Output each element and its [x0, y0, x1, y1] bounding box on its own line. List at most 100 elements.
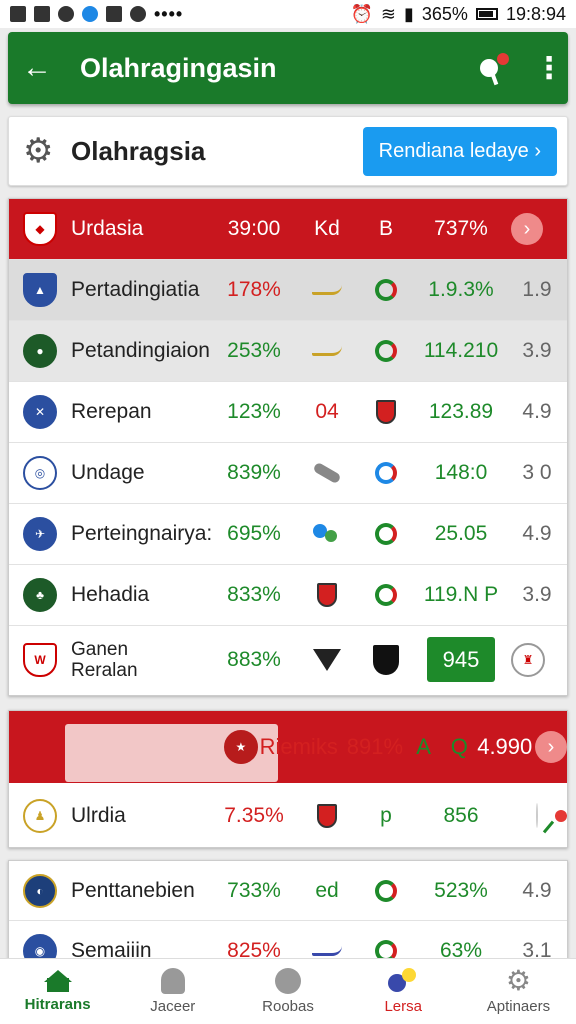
table-row[interactable]: ✈ Perteingnairya: 695% 25.05 4.9 — [9, 504, 567, 565]
table-row[interactable]: ✕ Rerepan 123% 04 123.89 4.9 — [9, 382, 567, 443]
featured-match-card: ★ Riemiks 891% A Q 4.990 › ♟ Ulrdia 7.35… — [8, 710, 568, 848]
team-name: Hehadia — [71, 583, 150, 606]
team-value: 148:0 — [434, 461, 488, 484]
alarm-icon: ⏰ — [350, 3, 373, 24]
bottom-navigation: Hitrarans Jaceer Roobas Lersa ⚙ Aptinaer… — [0, 958, 576, 1024]
cta-button[interactable]: Rendiana ledaye › — [362, 126, 557, 176]
hotspot-icon — [58, 6, 74, 22]
team-name: Pertadingiatia — [71, 278, 200, 301]
home-icon — [43, 970, 72, 992]
table-row[interactable]: W Ganen Reralan 883% 945 ♜ — [9, 626, 567, 694]
team-rate: 1.9 — [522, 278, 552, 301]
back-arrow-icon[interactable]: ← — [22, 51, 62, 85]
horn-icon — [312, 946, 342, 956]
team-pct: 891% — [346, 734, 404, 759]
table-row[interactable]: ● Petandingiaion 253% 114.210 3.9 — [9, 321, 567, 382]
nav-options[interactable]: ⚙ Aptinaers — [461, 959, 576, 1024]
disc-icon — [275, 968, 301, 994]
header-col-b: B — [378, 217, 393, 240]
list-item[interactable]: ◐ Penttanebien 733% ed 523% 4.9 — [9, 861, 567, 921]
signal-icon — [34, 6, 50, 22]
nav-label: Aptinaers — [486, 998, 551, 1015]
team-crest-icon: ◐ — [23, 873, 57, 908]
team-crest-icon: ◆ — [23, 212, 57, 246]
spiral-icon — [375, 340, 397, 362]
feather-icon — [312, 461, 342, 485]
spiral-icon — [375, 879, 397, 902]
team-value: 114.210 — [423, 339, 499, 362]
team-pct: 839% — [227, 461, 281, 484]
status-right: ⏰ ≋ ▮ 365% 19:8:94 — [350, 4, 566, 25]
vpn-icon — [82, 6, 98, 22]
header-pct: 39:00 — [227, 217, 281, 240]
nav-label: Roobas — [262, 998, 314, 1015]
battery-icon — [475, 8, 498, 20]
team-crest-icon: W — [23, 643, 57, 677]
horn-icon — [312, 346, 342, 356]
team-crest-icon: ✕ — [23, 395, 57, 429]
section-header: ⚙ Olahragsia Rendiana ledaye › — [8, 116, 568, 186]
score-badge[interactable]: 945 — [426, 637, 496, 682]
spiral-icon — [375, 523, 397, 545]
team-value: 523% — [434, 878, 488, 902]
gear-icon: ⚙ — [505, 965, 531, 996]
team-crest-icon: ♣ — [23, 578, 57, 612]
table-row[interactable]: ▲ Pertadingiatia 178% 1.9.3% 1.9 — [9, 260, 567, 321]
team-col-b: p — [380, 804, 392, 827]
shield-icon — [376, 400, 396, 424]
team-pct: 833% — [227, 583, 281, 606]
overflow-menu-icon[interactable]: ⋮ — [534, 51, 564, 86]
header-col-k: Kd — [314, 217, 340, 240]
table-row[interactable]: ♣ Hehadia 833% 119.N P 3.9 — [9, 565, 567, 626]
table-header-row[interactable]: ◆ Urdasia 39:00 Kd B 737% › — [9, 199, 567, 260]
team-crest-icon: ✈ — [23, 517, 57, 551]
pennant-icon — [313, 649, 341, 671]
nav-home[interactable]: Hitrarans — [0, 959, 115, 1024]
app-icon — [130, 6, 146, 22]
team-rate: 4.9 — [522, 400, 552, 423]
shield-icon — [317, 804, 337, 828]
team-pct: 733% — [227, 878, 281, 902]
spiral-icon — [375, 279, 397, 301]
mail-icon — [106, 6, 122, 22]
header-val: 737% — [434, 217, 488, 240]
nav-label: Hitrarans — [24, 996, 91, 1013]
chevron-right-icon[interactable]: › — [535, 731, 567, 763]
ping-pong-icon[interactable] — [478, 51, 512, 86]
team-crest-icon: ● — [23, 334, 57, 368]
nav-matches[interactable]: Roobas — [230, 959, 345, 1024]
cell-signal-icon: ▮ — [403, 3, 414, 24]
team-crest-icon: ♟ — [23, 799, 57, 833]
dots-icon — [313, 524, 341, 544]
team-name-line2: Reralan — [71, 660, 138, 681]
featured-row[interactable]: ★ Riemiks 891% A Q 4.990 › — [9, 711, 567, 783]
ping-pong-icon[interactable] — [536, 803, 538, 828]
team-name: Penttanebien — [71, 878, 195, 902]
team-value: 856 — [443, 804, 479, 827]
team-pct: 7.35% — [224, 804, 284, 827]
status-left: •••• — [10, 4, 183, 25]
team-value: 123.89 — [428, 400, 494, 423]
horn-icon — [312, 285, 342, 295]
team-col-k: A — [416, 734, 431, 759]
nav-players[interactable]: Jaceer — [115, 959, 230, 1024]
person-icon — [160, 968, 185, 994]
team-pct: 883% — [227, 648, 281, 671]
team-pct: 123% — [227, 400, 281, 423]
team-pct: 695% — [227, 522, 281, 545]
nav-leagues[interactable]: Lersa — [346, 959, 461, 1024]
gear-icon[interactable]: ⚙ — [23, 131, 59, 171]
chevron-right-icon[interactable]: › — [511, 213, 543, 245]
clock: 19:8:94 — [505, 3, 566, 24]
wifi-icon: ≋ — [380, 3, 396, 24]
app-title: Olahragingasin — [80, 52, 277, 83]
team-name-line1: Ganen — [71, 639, 129, 660]
team-name: Ulrdia — [71, 804, 126, 827]
status-bar: •••• ⏰ ≋ ▮ 365% 19:8:94 — [0, 0, 576, 28]
shield-icon — [373, 645, 399, 675]
team-rate: 4.9 — [522, 522, 552, 545]
standings-table: ◆ Urdasia 39:00 Kd B 737% › ▲ Pertadingi… — [8, 198, 568, 696]
featured-row[interactable]: ♟ Ulrdia 7.35% p 856 — [9, 783, 567, 847]
table-row[interactable]: ◎ Undage 839% 148:0 3 0 — [9, 443, 567, 504]
team-crest-icon: ◎ — [23, 456, 57, 490]
